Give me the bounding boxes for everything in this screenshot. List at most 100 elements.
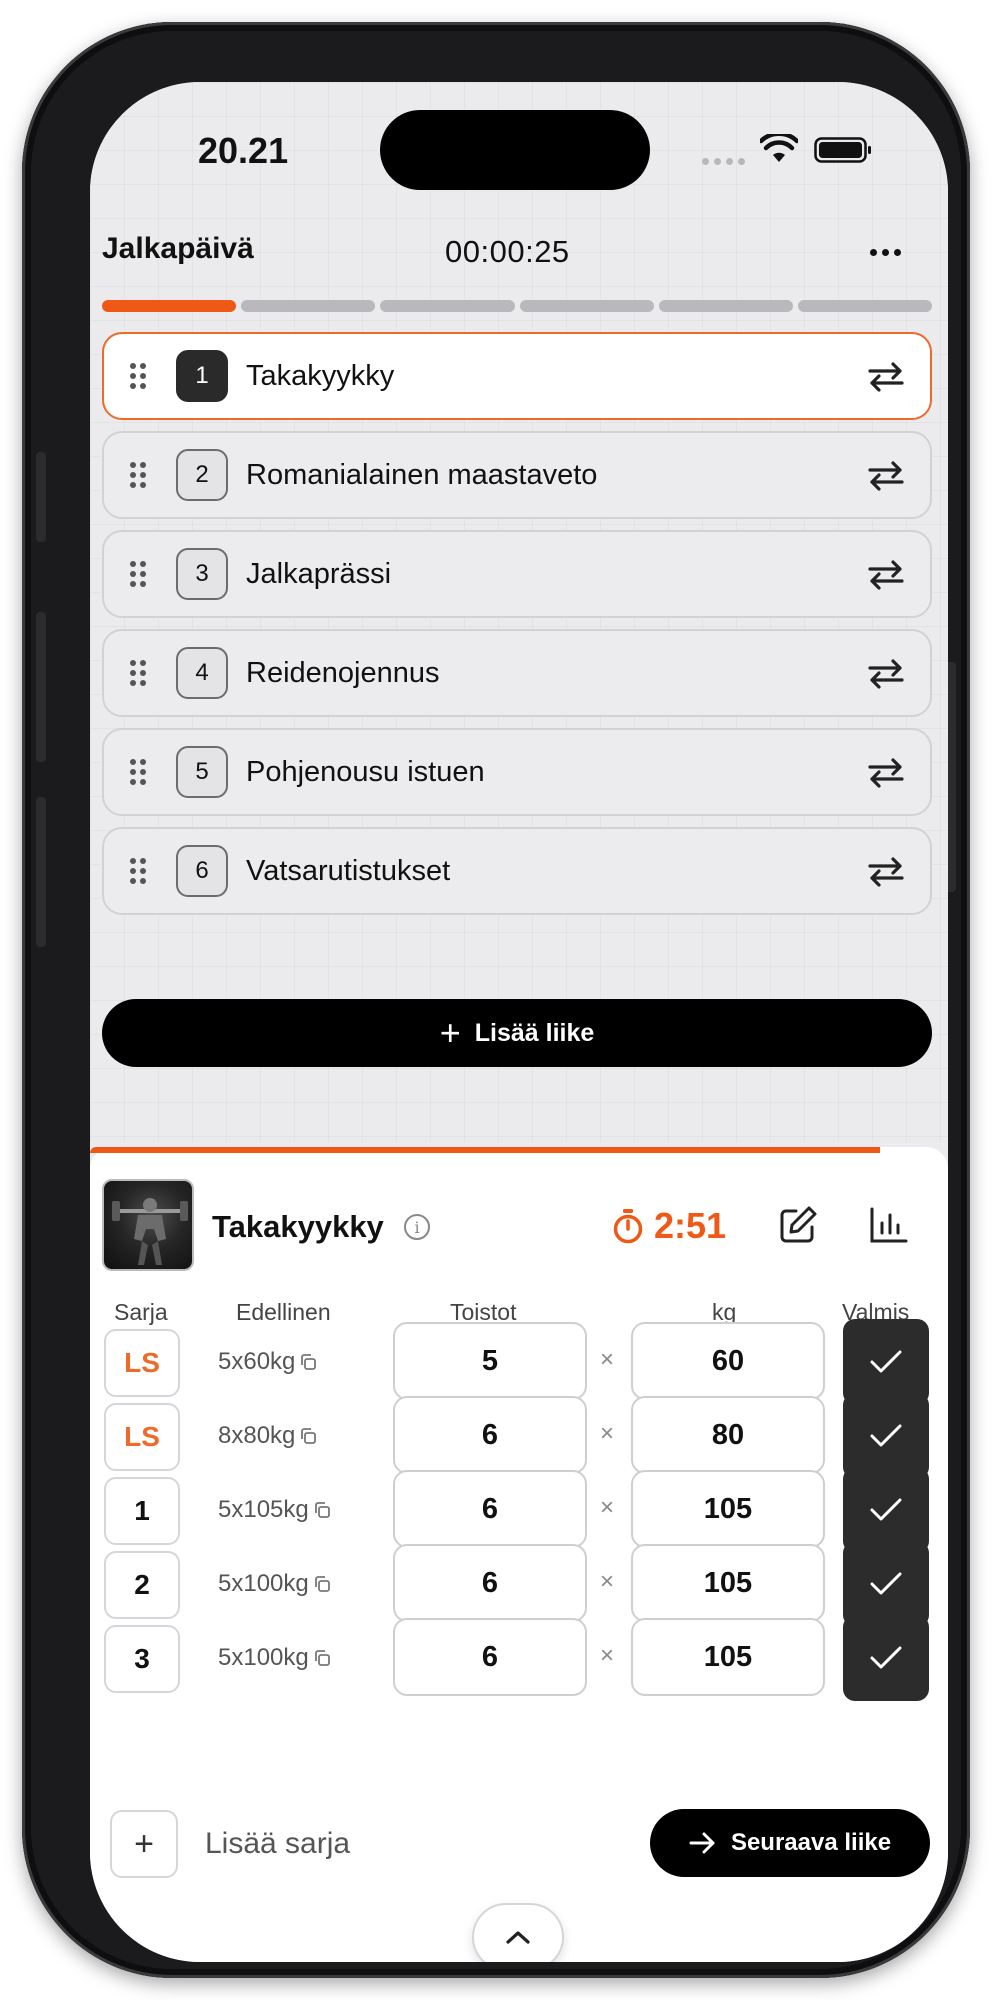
copy-icon (314, 1650, 330, 1666)
workout-progress-bar (102, 300, 933, 312)
set-row: 1 5x105kg 6 × 105 (90, 1467, 948, 1553)
drag-handle-icon[interactable] (130, 561, 146, 587)
exercise-list-item[interactable]: 1 Takakyykky (102, 332, 932, 420)
swap-exercise-icon[interactable] (866, 559, 906, 591)
volume-up-button (36, 612, 46, 762)
exercise-list-item[interactable]: 4 Reidenojennus (102, 629, 932, 717)
progress-segment (797, 300, 933, 312)
exercise-list-item[interactable]: 5 Pohjenousu istuen (102, 728, 932, 816)
exercise-name: Reidenojennus (246, 656, 440, 689)
weight-input[interactable]: 105 (631, 1544, 825, 1622)
exercise-number-badge: 2 (176, 449, 228, 501)
reps-input[interactable]: 5 (393, 1322, 587, 1400)
swap-exercise-icon[interactable] (866, 658, 906, 690)
times-symbol: × (600, 1568, 615, 1595)
next-exercise-label: Seuraava liike (730, 1829, 892, 1856)
set-type-badge[interactable]: 3 (104, 1625, 180, 1693)
arrow-right-icon (689, 1832, 715, 1854)
set-type-badge[interactable]: 2 (104, 1551, 180, 1619)
expand-sheet-button[interactable] (472, 1903, 564, 1962)
swap-exercise-icon[interactable] (866, 361, 906, 393)
exercise-list-item[interactable]: 6 Vatsarutistukset (102, 827, 932, 915)
set-done-button[interactable] (843, 1615, 929, 1701)
exercise-list: 1 Takakyykky 2 Romanialainen maastaveto 3 Jal… (102, 332, 932, 926)
set-type-badge[interactable]: 1 (104, 1477, 180, 1545)
previous-set-value[interactable]: 5x60kg (218, 1348, 317, 1376)
progress-segment (241, 300, 376, 312)
times-symbol: × (600, 1494, 615, 1521)
previous-set-value[interactable]: 5x100kg (218, 1570, 331, 1598)
exercise-name: Takakyykky (246, 359, 395, 392)
checkmark-icon (870, 1424, 902, 1447)
copy-icon (314, 1576, 330, 1592)
workout-timer: 00:00:25 (445, 234, 570, 269)
exercise-list-item[interactable]: 3 Jalkaprässi (102, 530, 932, 618)
reps-input[interactable]: 6 (393, 1618, 587, 1696)
previous-set-value[interactable]: 5x100kg (218, 1644, 331, 1672)
times-symbol: × (600, 1420, 615, 1447)
plus-icon: + (439, 1012, 461, 1053)
checkmark-icon (870, 1350, 902, 1373)
previous-set-text: 5x100kg (218, 1644, 309, 1671)
next-exercise-button[interactable]: Seuraava liike (650, 1809, 930, 1877)
weight-input[interactable]: 80 (631, 1396, 825, 1474)
previous-set-value[interactable]: 5x105kg (218, 1496, 331, 1524)
previous-set-value[interactable]: 8x80kg (218, 1422, 317, 1450)
reps-input[interactable]: 6 (393, 1396, 587, 1474)
previous-set-text: 5x105kg (218, 1496, 309, 1523)
info-icon[interactable]: i (404, 1214, 430, 1240)
exercise-list-item[interactable]: 2 Romanialainen maastaveto (102, 431, 932, 519)
swap-exercise-icon[interactable] (866, 856, 906, 888)
set-row: 2 5x100kg 6 × 105 (90, 1541, 948, 1627)
stats-chart-icon[interactable] (866, 1203, 910, 1247)
previous-set-text: 8x80kg (218, 1422, 296, 1449)
drag-handle-icon[interactable] (130, 759, 146, 785)
weight-input[interactable]: 105 (631, 1618, 825, 1696)
previous-set-text: 5x100kg (218, 1570, 309, 1597)
swap-exercise-icon[interactable] (866, 460, 906, 492)
reps-input[interactable]: 6 (393, 1544, 587, 1622)
add-set-button[interactable]: + (110, 1810, 178, 1878)
chevron-up-icon (506, 1931, 530, 1944)
exercise-thumbnail[interactable] (102, 1179, 194, 1271)
workout-title: Jalkapäivä (102, 232, 254, 265)
weight-input[interactable]: 105 (631, 1470, 825, 1548)
wifi-icon (760, 134, 798, 162)
battery-icon (814, 137, 871, 163)
set-row: LS 5x60kg 5 × 60 (90, 1319, 948, 1405)
drag-handle-icon[interactable] (130, 363, 146, 389)
exercise-name: Vatsarutistukset (246, 854, 451, 887)
action-button (36, 452, 46, 542)
drag-handle-icon[interactable] (130, 858, 146, 884)
cellular-signal-icon (702, 158, 745, 165)
weight-input[interactable]: 60 (631, 1322, 825, 1400)
checkmark-icon (870, 1572, 902, 1595)
progress-segment (519, 300, 654, 312)
rest-timer[interactable]: 2:51 (612, 1205, 726, 1247)
times-symbol: × (600, 1642, 615, 1669)
add-exercise-button[interactable]: + Lisää liike (102, 999, 932, 1067)
copy-icon (314, 1502, 330, 1518)
exercise-name: Jalkaprässi (246, 557, 392, 590)
times-symbol: × (600, 1346, 615, 1373)
drag-handle-icon[interactable] (130, 660, 146, 686)
previous-set-text: 5x60kg (218, 1348, 296, 1375)
set-row: LS 8x80kg 6 × 80 (90, 1393, 948, 1479)
set-type-badge[interactable]: LS (104, 1403, 180, 1471)
drag-handle-icon[interactable] (130, 462, 146, 488)
copy-icon (301, 1354, 317, 1370)
rest-progress-line (90, 1147, 880, 1153)
add-set-label[interactable]: Lisää sarja (205, 1827, 350, 1861)
set-type-badge[interactable]: LS (104, 1329, 180, 1397)
swap-exercise-icon[interactable] (866, 757, 906, 789)
progress-segment (102, 300, 237, 312)
current-exercise-title: Takakyykky (212, 1209, 384, 1244)
reps-input[interactable]: 6 (393, 1470, 587, 1548)
checkmark-icon (870, 1646, 902, 1669)
exercise-name: Romanialainen maastaveto (246, 458, 598, 491)
more-options-button[interactable] (863, 234, 907, 270)
status-time: 20.21 (198, 130, 289, 171)
edit-icon[interactable] (776, 1203, 820, 1247)
progress-segment (658, 300, 793, 312)
add-exercise-label: Lisää liike (474, 1018, 595, 1047)
